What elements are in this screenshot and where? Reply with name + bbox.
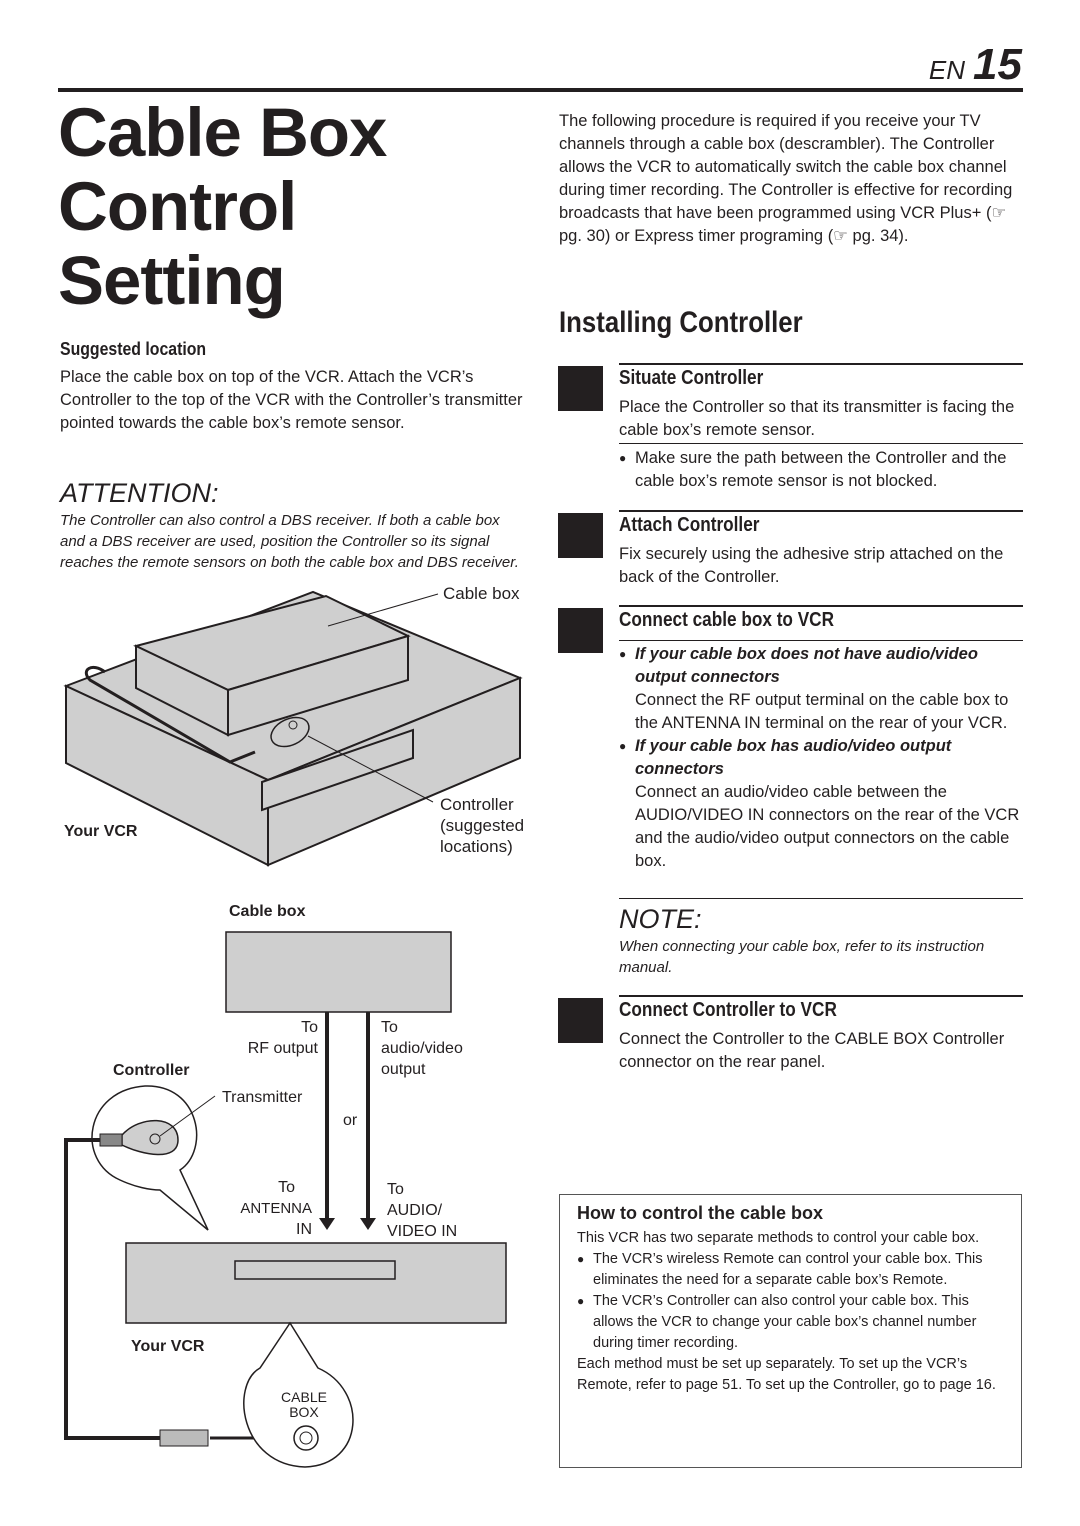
attention-text: The Controller can also control a DBS re… bbox=[60, 512, 519, 571]
step-1-text: Place the Controller so that its transmi… bbox=[619, 398, 1015, 439]
step-1-bullet: Make sure the path between the Controlle… bbox=[619, 447, 1039, 493]
figure2-cablebox-label: Cable box bbox=[229, 903, 306, 920]
to-rf-label-2: RF output bbox=[248, 1040, 319, 1057]
header-rule bbox=[58, 88, 1023, 92]
figure1-your-vcr-label: Your VCR bbox=[64, 823, 138, 840]
figure2-vcr-slot bbox=[234, 1260, 396, 1280]
rf-arrow-icon bbox=[319, 1218, 335, 1230]
figure2-your-vcr-label: Your VCR bbox=[131, 1338, 205, 1355]
note-text: When connecting your cable box, refer to… bbox=[619, 938, 985, 976]
title-line-1: Cable Box bbox=[58, 94, 387, 171]
step-2-text: Fix securely using the adhesive strip at… bbox=[619, 545, 1004, 586]
transmitter-label: Transmitter bbox=[222, 1089, 303, 1106]
page-number: EN 15 bbox=[929, 40, 1022, 90]
to-avin-label-1: To bbox=[387, 1181, 404, 1198]
figure1-controller-label-2: (suggested bbox=[440, 816, 524, 835]
figure1-controller-label-1: Controller bbox=[440, 795, 514, 814]
step-3-bullet-2-text: Connect an audio/video cable between the… bbox=[635, 783, 1020, 870]
to-av-label-2: audio/video bbox=[381, 1040, 463, 1057]
step-1-divider bbox=[619, 443, 1023, 444]
title-line-2: Control bbox=[58, 168, 297, 245]
page-title: Cable Box Control Setting bbox=[58, 94, 387, 319]
figure2-cablebox bbox=[225, 931, 452, 1013]
to-avin-label-3: VIDEO IN bbox=[387, 1223, 457, 1240]
step-4-marker bbox=[558, 998, 603, 1043]
controller-callout bbox=[91, 1085, 209, 1231]
figure2-vcr bbox=[125, 1242, 507, 1324]
to-rf-label-1: To bbox=[301, 1019, 318, 1036]
step-2-rule bbox=[619, 510, 1023, 512]
step-3-bullet-2-heading: If your cable box has audio/video output… bbox=[635, 737, 952, 778]
howto-outro: Each method must be set up separately. T… bbox=[577, 1356, 996, 1393]
to-antenna-label-1: To bbox=[278, 1179, 295, 1196]
vcr-cablebox-illustration: Cable box Controller (suggested location… bbox=[63, 584, 524, 867]
title-line-3: Setting bbox=[58, 242, 286, 319]
to-av-label-3: output bbox=[381, 1061, 426, 1078]
to-antenna-label-3: IN bbox=[296, 1221, 312, 1238]
to-avin-label-2: AUDIO/ bbox=[387, 1202, 443, 1219]
step-4-title: Connect Controller to VCR bbox=[619, 999, 837, 1021]
howto-box: How to control the cable box This VCR ha… bbox=[559, 1194, 1022, 1468]
step-2-marker bbox=[558, 513, 603, 558]
intro-text: The following procedure is required if y… bbox=[559, 112, 1013, 245]
step-3-end-rule bbox=[619, 898, 1023, 899]
howto-bullet-1: The VCR’s wireless Remote can control yo… bbox=[577, 1249, 1007, 1291]
step-3-rule bbox=[619, 605, 1023, 607]
step-3-marker bbox=[558, 608, 603, 653]
connection-diagram: Cable box To RF output To audio/video ou… bbox=[64, 903, 507, 1468]
howto-intro: This VCR has two separate methods to con… bbox=[577, 1230, 980, 1246]
cablebox-jack-label-2: BOX bbox=[289, 1404, 319, 1420]
language-label: EN bbox=[928, 55, 966, 85]
to-av-label-1: To bbox=[381, 1019, 398, 1036]
step-2-title: Attach Controller bbox=[619, 514, 760, 536]
suggested-location-text: Place the cable box on top of the VCR. A… bbox=[60, 368, 523, 432]
page-number-value: 15 bbox=[973, 40, 1022, 89]
figure1-cablebox-label: Cable box bbox=[443, 584, 520, 603]
step-3-bullet-1: If your cable box does not have audio/vi… bbox=[619, 643, 1023, 735]
suggested-location-heading: Suggested location bbox=[60, 339, 207, 359]
step-3-bullet-1-text: Connect the RF output terminal on the ca… bbox=[635, 691, 1009, 732]
note-heading: NOTE: bbox=[619, 904, 702, 934]
mini-plug-icon bbox=[159, 1429, 209, 1447]
step-3-bullet-1-heading: If your cable box does not have audio/vi… bbox=[635, 645, 978, 686]
step-3-bullet-2: If your cable box has audio/video output… bbox=[619, 735, 1023, 873]
to-antenna-label-2: ANTENNA bbox=[240, 1200, 312, 1217]
step-1-rule bbox=[619, 363, 1023, 365]
howto-body: This VCR has two separate methods to con… bbox=[577, 1228, 1007, 1396]
attention-heading: ATTENTION: bbox=[60, 478, 219, 508]
figure1-controller-label-3: locations) bbox=[440, 837, 513, 856]
figure2-controller-label: Controller bbox=[113, 1062, 189, 1079]
av-arrow-icon bbox=[360, 1218, 376, 1230]
step-1-marker bbox=[558, 366, 603, 411]
controller-plug bbox=[99, 1133, 123, 1147]
cablebox-jack-label-1: CABLE bbox=[281, 1389, 327, 1405]
step-3-divider bbox=[619, 640, 1023, 641]
or-label: or bbox=[343, 1112, 358, 1129]
step-4-rule bbox=[619, 995, 1023, 997]
howto-bullet-2: The VCR’s Controller can also control yo… bbox=[577, 1291, 1007, 1354]
installing-heading: Installing Controller bbox=[559, 306, 803, 339]
howto-heading: How to control the cable box bbox=[577, 1203, 824, 1223]
step-3-bullets: If your cable box does not have audio/vi… bbox=[619, 643, 1023, 873]
step-3-title: Connect cable box to VCR bbox=[619, 609, 835, 631]
step-4-text: Connect the Controller to the CABLE BOX … bbox=[619, 1030, 1005, 1071]
step-1-title: Situate Controller bbox=[619, 367, 764, 389]
